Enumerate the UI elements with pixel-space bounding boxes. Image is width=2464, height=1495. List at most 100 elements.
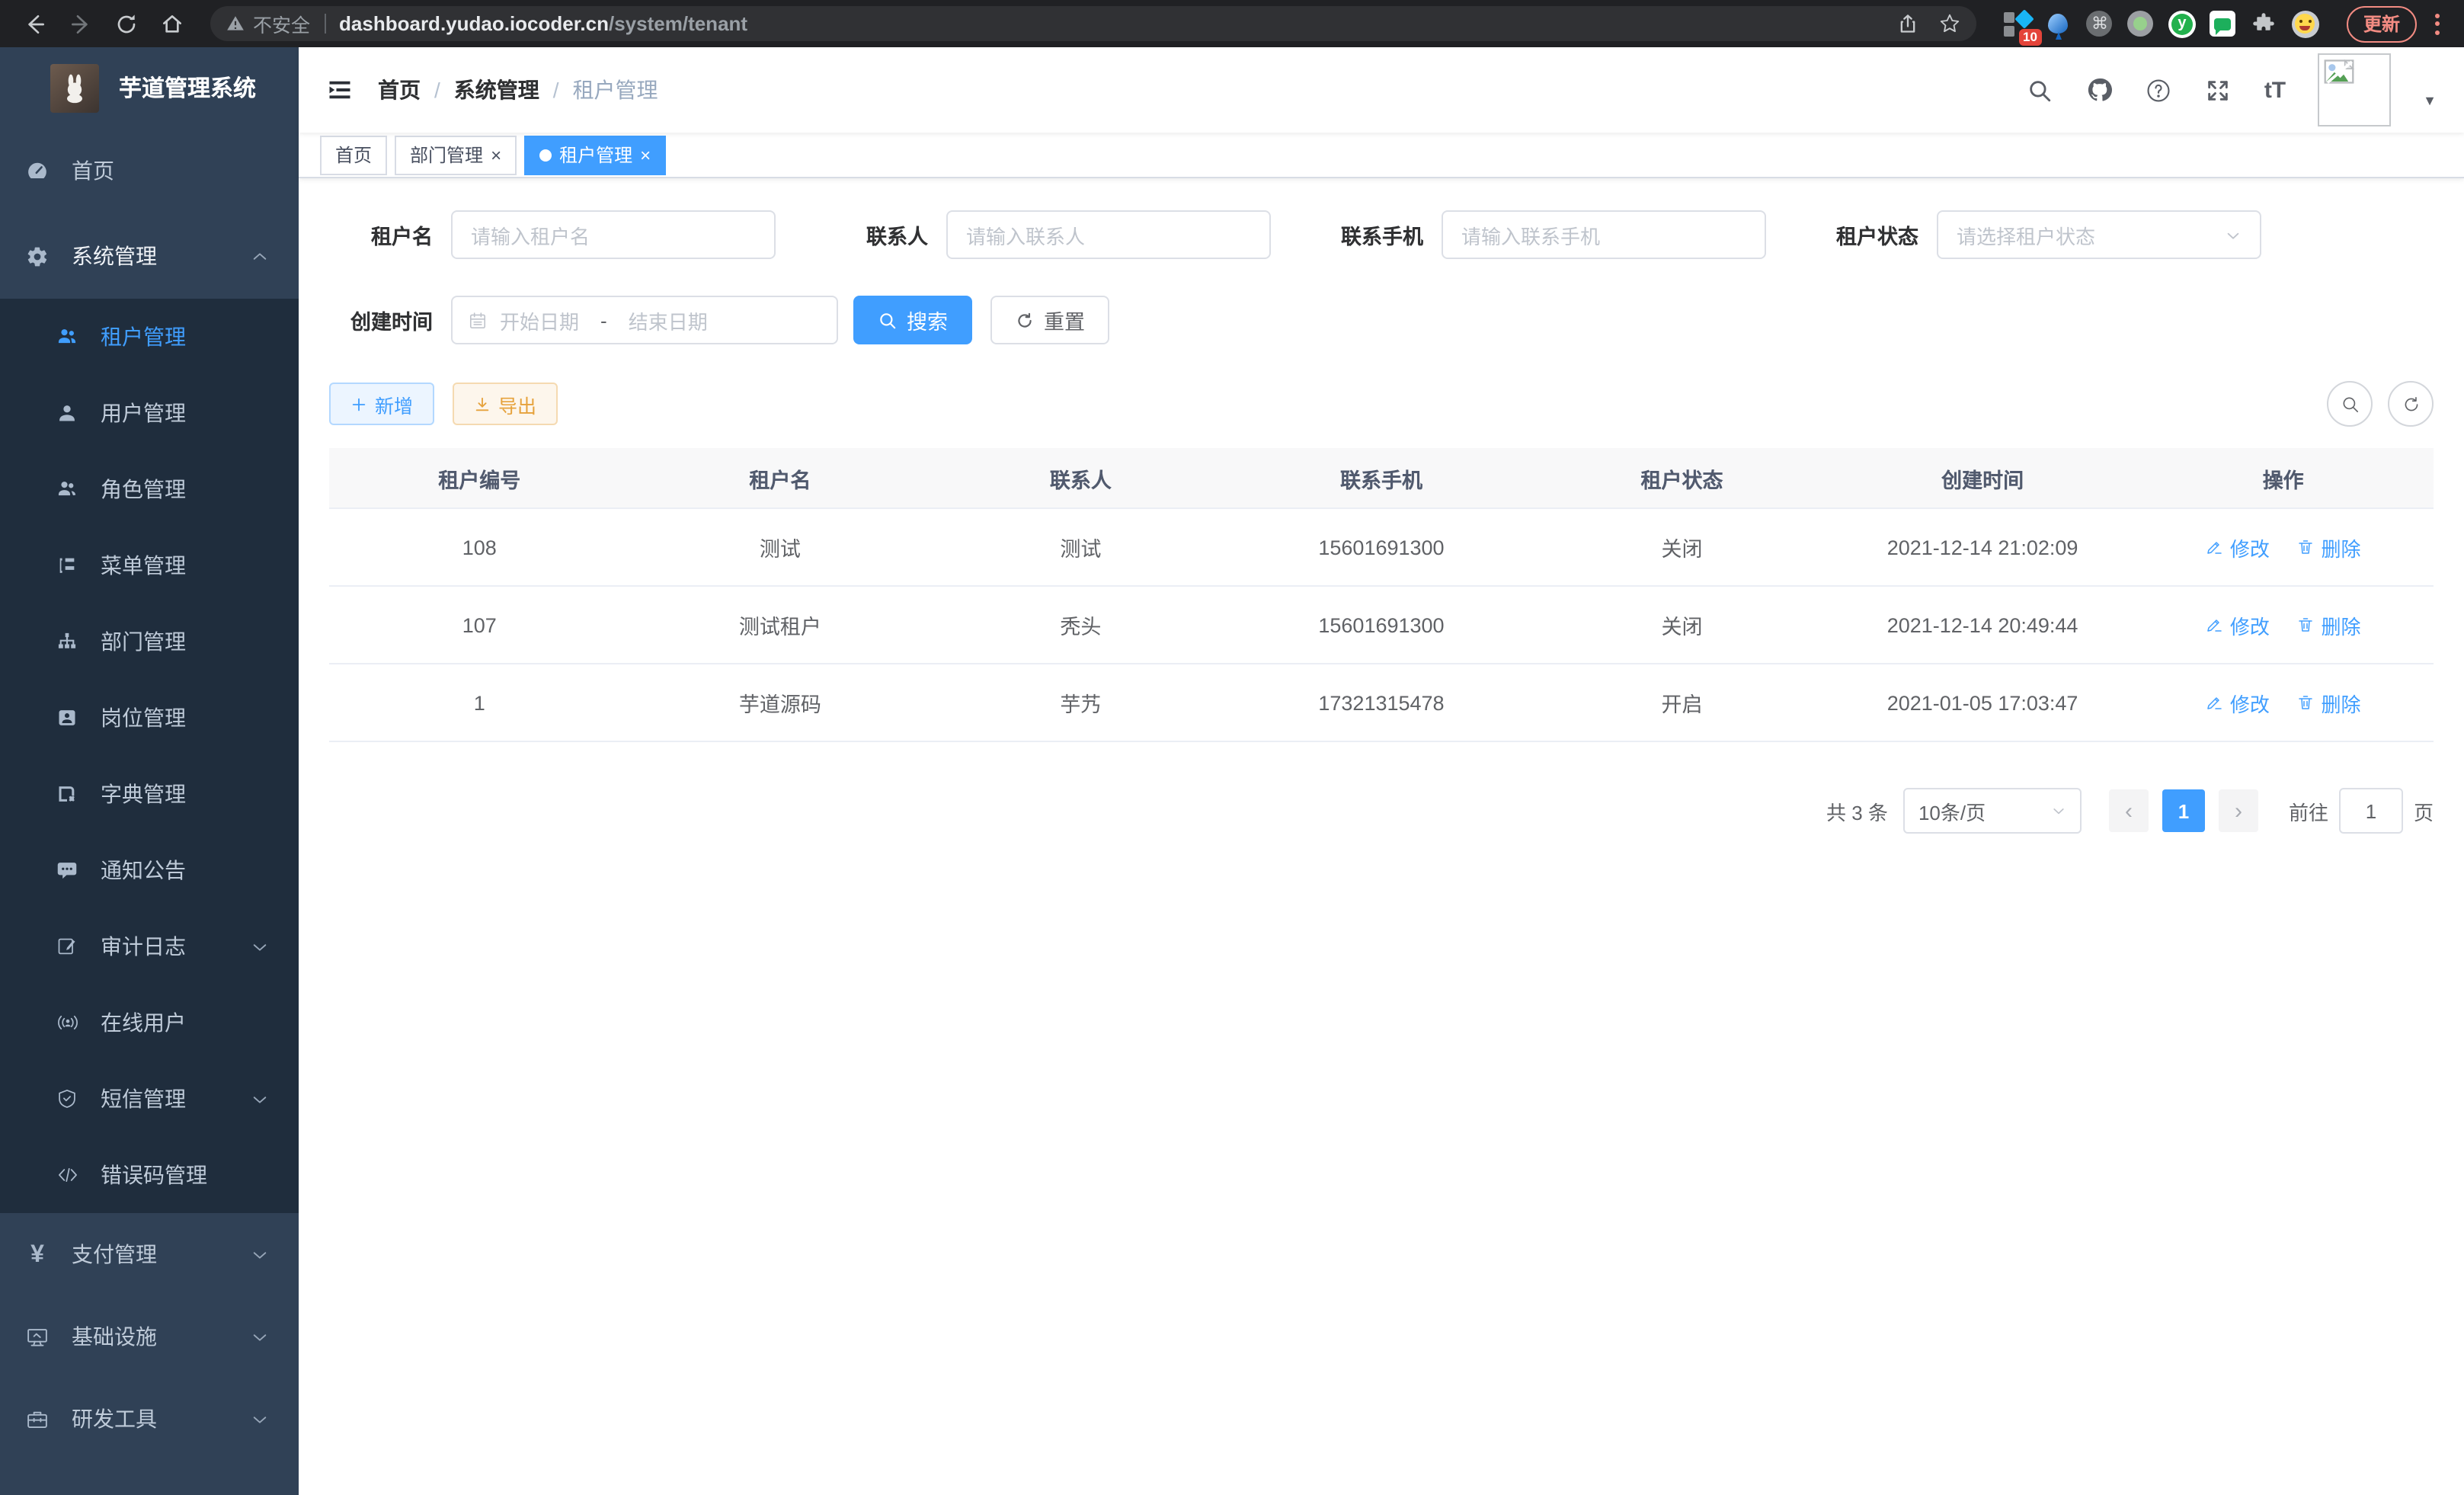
url-bar[interactable]: 不安全 dashboard.yudao.iocoder.cn/system/te… [210, 6, 1976, 41]
sidebar-item-dictionary[interactable]: 字典管理 [0, 756, 299, 832]
github-icon[interactable] [2086, 76, 2114, 104]
extension-blocks-icon[interactable]: 10 [2004, 10, 2031, 37]
hamburger-fold-icon[interactable] [326, 76, 354, 104]
home-icon[interactable] [152, 4, 192, 43]
delete-link[interactable]: 删除 [2296, 688, 2360, 717]
close-icon[interactable]: × [640, 146, 651, 164]
show-search-toggle-button[interactable] [2327, 381, 2373, 427]
profile-avatar-icon[interactable] [2292, 10, 2319, 37]
refresh-table-button[interactable] [2388, 381, 2434, 427]
chevron-down-icon [251, 1410, 268, 1427]
app-title: 芋道管理系统 [119, 72, 256, 104]
date-separator: - [600, 309, 607, 331]
sidebar-item-post[interactable]: 岗位管理 [0, 680, 299, 756]
share-icon[interactable] [1897, 12, 1918, 35]
bookmark-star-icon[interactable] [1938, 12, 1961, 35]
goto-label: 前往 [2289, 796, 2328, 825]
security-label[interactable]: 不安全 [253, 9, 310, 38]
page-unit-label: 页 [2414, 796, 2434, 825]
user-avatar[interactable] [2318, 53, 2391, 126]
extension-y-icon[interactable]: y [2168, 10, 2196, 37]
sidebar-item-role[interactable]: 角色管理 [0, 451, 299, 527]
tags-view: 首页 部门管理 × 租户管理 × [299, 133, 2464, 178]
cell-create-time: 2021-12-14 20:49:44 [1832, 586, 2133, 664]
edit-link[interactable]: 修改 [2206, 688, 2270, 717]
status-select[interactable]: 请选择租户状态 [1937, 210, 2261, 259]
cell-status: 开启 [1531, 664, 1832, 741]
prev-page-button[interactable]: ‹ [2109, 789, 2149, 832]
help-icon[interactable] [2146, 76, 2173, 104]
close-icon[interactable]: × [491, 146, 501, 164]
chrome-update-button[interactable]: 更新 [2347, 5, 2417, 42]
table-row: 1 芋道源码 芋艿 17321315478 开启 2021-01-05 17:0… [329, 664, 2434, 741]
export-button[interactable]: 导出 [453, 383, 558, 425]
sidebar-item-error-code[interactable]: 错误码管理 [0, 1137, 299, 1213]
sidebar-item-system[interactable]: 系统管理 [0, 213, 299, 299]
dictionary-icon [56, 783, 78, 805]
fullscreen-icon[interactable] [2205, 76, 2232, 104]
sidebar-item-user[interactable]: 用户管理 [0, 375, 299, 451]
tab-department[interactable]: 部门管理 × [395, 135, 517, 174]
forward-icon[interactable] [61, 4, 101, 43]
page-size-select[interactable]: 10条/页 [1903, 788, 2082, 834]
tenant-name-input[interactable]: 请输入租户名 [451, 210, 776, 259]
reload-icon[interactable] [107, 4, 146, 43]
refresh-icon [1015, 310, 1035, 330]
col-actions: 操作 [2133, 448, 2434, 508]
extension-command-icon[interactable]: ⌘ [2086, 10, 2114, 37]
contact-input[interactable]: 请输入联系人 [946, 210, 1271, 259]
extension-chat-icon[interactable] [2210, 10, 2237, 37]
sidebar-item-online-users[interactable]: 在线用户 [0, 984, 299, 1061]
edit-link[interactable]: 修改 [2206, 533, 2270, 562]
sidebar: 芋道管理系统 首页 系统管理 [0, 47, 299, 1495]
extension-record-icon[interactable] [2127, 10, 2155, 37]
reset-button[interactable]: 重置 [990, 296, 1109, 344]
goto-page-input[interactable] [2339, 788, 2403, 834]
table-row: 107 测试租户 秃头 15601691300 关闭 2021-12-14 20… [329, 586, 2434, 664]
search-icon[interactable] [2027, 76, 2054, 104]
sidebar-logo[interactable]: 芋道管理系统 [0, 47, 299, 128]
font-size-icon[interactable]: tT [2264, 77, 2286, 103]
sidebar-item-label: 菜单管理 [101, 550, 186, 581]
delete-link[interactable]: 删除 [2296, 533, 2360, 562]
edit-link[interactable]: 修改 [2206, 610, 2270, 639]
url-path: /system/tenant [609, 12, 747, 35]
sidebar-item-department[interactable]: 部门管理 [0, 603, 299, 680]
tab-tenant[interactable]: 租户管理 × [524, 135, 666, 174]
extension-balloon-icon[interactable] [2045, 10, 2072, 37]
breadcrumb-home[interactable]: 首页 [378, 75, 421, 105]
date-range-picker[interactable]: 开始日期 - 结束日期 [451, 296, 838, 344]
sidebar-item-payment[interactable]: ¥ 支付管理 [0, 1213, 299, 1295]
phone-input[interactable]: 请输入联系手机 [1442, 210, 1766, 259]
delete-link[interactable]: 删除 [2296, 610, 2360, 639]
breadcrumb: 首页 / 系统管理 / 租户管理 [378, 75, 658, 105]
org-chart-icon [56, 631, 78, 652]
sidebar-item-notice[interactable]: 通知公告 [0, 832, 299, 908]
logo-image [50, 63, 99, 112]
browser-menu-icon[interactable] [2432, 13, 2449, 34]
trash-icon [2296, 693, 2315, 712]
sidebar-item-audit-log[interactable]: 审计日志 [0, 908, 299, 984]
col-phone: 联系手机 [1231, 448, 1532, 508]
breadcrumb-system[interactable]: 系统管理 [454, 75, 539, 105]
sidebar-item-tenant[interactable]: 租户管理 [0, 299, 299, 375]
avatar-caret-down-icon[interactable]: ▼ [2423, 93, 2437, 108]
cell-phone: 17321315478 [1231, 664, 1532, 741]
sidebar-item-sms[interactable]: 短信管理 [0, 1061, 299, 1137]
sidebar-item-devtools[interactable]: 研发工具 [0, 1378, 299, 1460]
back-icon[interactable] [15, 4, 55, 43]
field-label: 创建时间 [329, 305, 433, 335]
sms-shield-icon [56, 1088, 78, 1109]
sidebar-item-home[interactable]: 首页 [0, 128, 299, 213]
search-button[interactable]: 搜索 [853, 296, 972, 344]
filter-create-time: 创建时间 开始日期 - 结束日期 [329, 296, 838, 344]
extensions-puzzle-icon[interactable] [2251, 10, 2278, 37]
sidebar-item-infrastructure[interactable]: 基础设施 [0, 1295, 299, 1378]
add-button[interactable]: 新增 [329, 383, 434, 425]
sidebar-item-menu[interactable]: 菜单管理 [0, 527, 299, 603]
url-text[interactable]: dashboard.yudao.iocoder.cn/system/tenant [339, 12, 747, 35]
tab-home[interactable]: 首页 [320, 135, 387, 174]
page-number-1[interactable]: 1 [2162, 789, 2205, 832]
sidebar-item-label: 角色管理 [101, 474, 186, 504]
next-page-button[interactable]: › [2219, 789, 2258, 832]
